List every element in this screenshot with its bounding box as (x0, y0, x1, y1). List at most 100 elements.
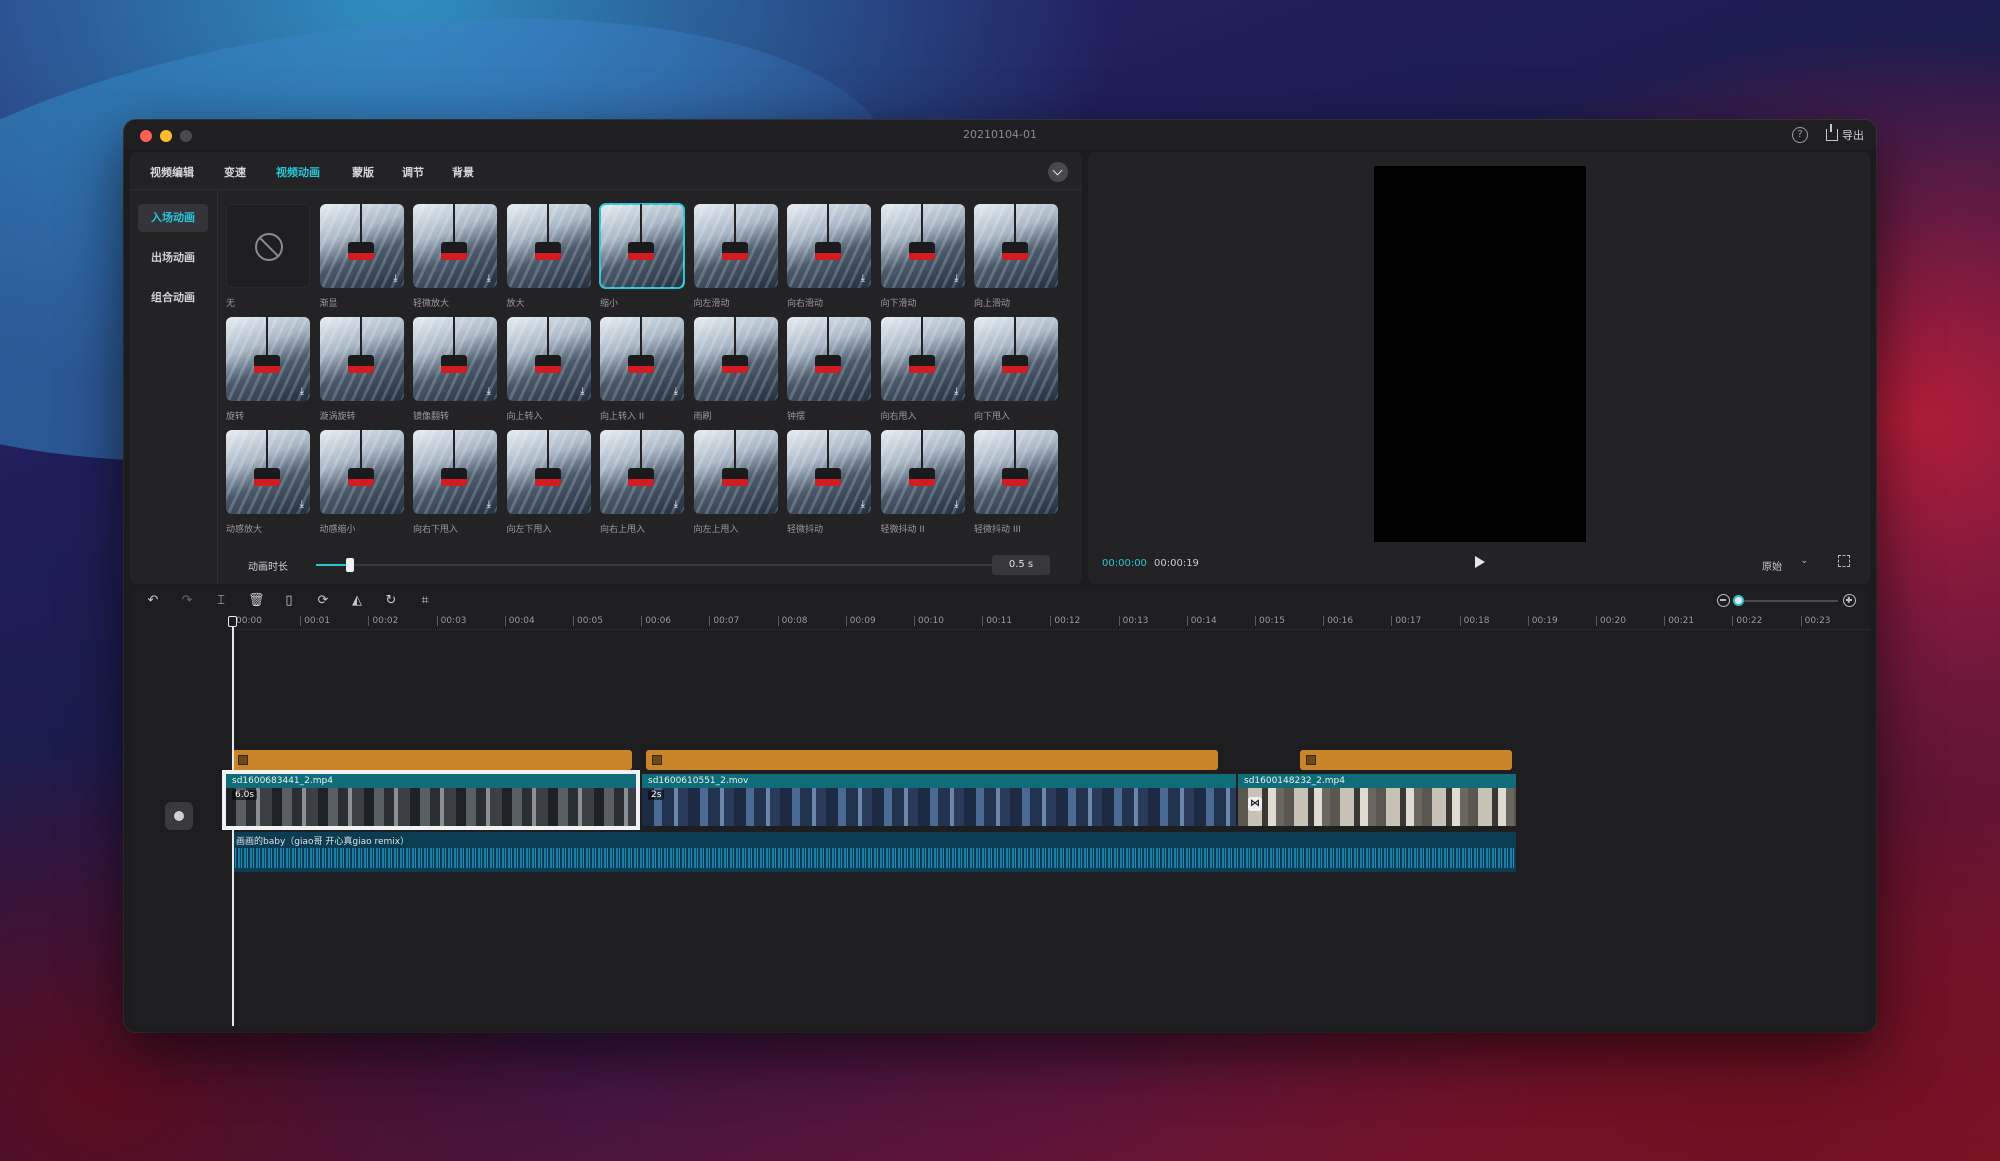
redo-icon[interactable]: ↷ (180, 594, 194, 608)
animation-option[interactable]: ⤓ 镜像翻转 (413, 317, 497, 422)
zoom-out-icon[interactable] (1717, 594, 1730, 607)
video-clip[interactable]: sd1600610551_2.mov 2s (642, 774, 1236, 826)
playhead-handle[interactable] (228, 616, 237, 627)
animation-option[interactable]: ⤓ 渐显 (319, 204, 404, 309)
animation-option[interactable]: 向左下甩入 (506, 430, 591, 535)
tab-adjust[interactable]: 调节 (402, 164, 424, 180)
animation-effect-bar[interactable] (1300, 750, 1512, 770)
animation-thumbnail[interactable]: ⤓ (413, 430, 497, 514)
time-ruler[interactable]: 00:00 00:01 00:02 00:03 00:04 00:05 00:06 00:07… (230, 616, 1870, 630)
chevron-down-icon[interactable]: ⌄ (1800, 556, 1808, 566)
animation-thumbnail[interactable]: ⤓ (319, 204, 404, 288)
play-icon[interactable] (1475, 556, 1485, 568)
animation-thumbnail[interactable]: ⤓ (506, 317, 591, 401)
subnav-combo[interactable]: 组合动画 (138, 284, 208, 312)
download-icon[interactable]: ⤓ (954, 386, 958, 397)
mute-track-icon[interactable] (165, 802, 193, 830)
download-icon[interactable]: ⤓ (487, 273, 491, 284)
download-icon[interactable]: ⤓ (300, 499, 304, 510)
download-icon[interactable]: ⤓ (861, 273, 865, 284)
animation-thumbnail[interactable]: ⤓ (226, 430, 310, 514)
rotate-icon[interactable]: ↻ (384, 594, 398, 608)
tab-speed[interactable]: 变速 (224, 164, 246, 180)
zoom-slider-track[interactable] (1738, 600, 1838, 602)
animation-option[interactable]: ⤓ 向右下甩入 (413, 430, 497, 535)
animation-option[interactable]: ⤓ 轻微放大 (413, 204, 497, 309)
animation-option[interactable]: ⤓ 向右上甩入 (600, 430, 684, 535)
animation-option[interactable]: 向左上甩入 (693, 430, 778, 535)
animation-option[interactable]: ⤓ 向下滑动 (880, 204, 965, 309)
animation-option[interactable]: 钟摆 (787, 317, 871, 422)
animation-thumbnail[interactable]: ⤓ (600, 317, 684, 401)
animation-option[interactable]: ⤓ 向上转入 II (600, 317, 684, 422)
tab-video-animation[interactable]: 视频动画 (276, 164, 320, 180)
duration-slider-knob[interactable] (346, 558, 354, 572)
audio-track[interactable]: 画画的baby（giao哥 开心真giao remix） (232, 832, 1516, 872)
animation-thumbnail[interactable]: ⤓ (600, 430, 684, 514)
transition-icon[interactable]: ⋈ (1248, 797, 1262, 811)
download-icon[interactable]: ⤓ (487, 386, 491, 397)
animation-option[interactable]: ⤓ 向右甩入 (880, 317, 965, 422)
ratio-select[interactable]: 原始 (1762, 558, 1782, 573)
duration-stepper[interactable]: 0.5 s (992, 555, 1050, 575)
zoom-slider-knob[interactable] (1733, 595, 1744, 606)
animation-thumbnail[interactable]: ⤓ (787, 430, 871, 514)
animation-option[interactable]: 轻微抖动 III (974, 430, 1058, 535)
animation-thumbnail[interactable] (319, 430, 404, 514)
animation-thumbnail[interactable]: ⤓ (880, 430, 965, 514)
duration-slider-track[interactable] (316, 564, 996, 566)
help-icon[interactable]: ? (1792, 127, 1808, 143)
crop-icon[interactable]: ⌗ (418, 594, 432, 608)
download-icon[interactable]: ⤓ (487, 499, 491, 510)
animation-thumbnail[interactable] (974, 430, 1058, 514)
animation-option[interactable]: 动感缩小 (319, 430, 404, 535)
animation-thumbnail[interactable] (506, 204, 591, 288)
download-icon[interactable]: ⤓ (954, 499, 958, 510)
animation-thumbnail[interactable] (693, 204, 778, 288)
download-icon[interactable]: ⤓ (954, 273, 958, 284)
animation-thumbnail[interactable]: ⤓ (413, 317, 497, 401)
animation-option[interactable]: 放大 (506, 204, 591, 309)
animation-option[interactable]: 向左滑动 (693, 204, 778, 309)
animation-thumbnail[interactable]: ⤓ (880, 317, 965, 401)
animation-thumbnail[interactable] (787, 317, 871, 401)
animation-option[interactable]: ⤓ 向右滑动 (787, 204, 871, 309)
animation-thumbnail[interactable] (506, 430, 591, 514)
video-clip[interactable]: sd1600683441_2.mp4 6.0s (222, 770, 640, 830)
animation-thumbnail[interactable] (599, 203, 685, 289)
animation-option[interactable]: 缩小 (599, 203, 685, 309)
download-icon[interactable]: ⤓ (674, 499, 678, 510)
collapse-panel-button[interactable] (1048, 162, 1068, 182)
animation-thumbnail[interactable]: ⤓ (413, 204, 497, 288)
mirror-icon[interactable]: ◭ (350, 594, 364, 608)
animation-option[interactable]: 向下甩入 (974, 317, 1058, 422)
animation-thumbnail[interactable]: ⤓ (226, 317, 310, 401)
animation-thumbnail[interactable] (319, 317, 404, 401)
subnav-exit[interactable]: 出场动画 (138, 244, 208, 272)
delete-icon[interactable]: 🗑 (248, 594, 265, 608)
animation-option[interactable]: 漩涡旋转 (319, 317, 404, 422)
download-icon[interactable]: ⤓ (300, 386, 304, 397)
export-button[interactable]: 导出 (1826, 124, 1864, 145)
animation-option[interactable]: ⤓ 轻微抖动 (787, 430, 871, 535)
zoom-in-icon[interactable] (1843, 594, 1856, 607)
animation-thumbnail[interactable] (974, 204, 1058, 288)
undo-icon[interactable]: ↶ (146, 594, 160, 608)
tab-mask[interactable]: 蒙版 (352, 164, 374, 180)
tab-background[interactable]: 背景 (452, 164, 474, 180)
freeze-frame-icon[interactable]: ▯ (282, 594, 296, 608)
video-clip[interactable]: sd1600148232_2.mp4 (1238, 774, 1516, 826)
animation-option[interactable]: ⤓ 向上转入 (506, 317, 591, 422)
animation-thumbnail[interactable] (974, 317, 1058, 401)
split-icon[interactable]: ⌶ (214, 594, 228, 608)
tab-video-edit[interactable]: 视频编辑 (150, 164, 194, 180)
download-icon[interactable]: ⤓ (674, 386, 678, 397)
animation-option[interactable]: ⤓ 轻微抖动 II (880, 430, 965, 535)
animation-thumbnail[interactable] (693, 430, 778, 514)
animation-thumbnail[interactable]: ⤓ (787, 204, 871, 288)
animation-thumbnail[interactable] (693, 317, 778, 401)
download-icon[interactable]: ⤓ (861, 499, 865, 510)
animation-option[interactable]: 雨刷 (693, 317, 778, 422)
subnav-entrance[interactable]: 入场动画 (138, 204, 208, 232)
animation-option[interactable]: ⤓ 动感放大 (226, 430, 310, 535)
